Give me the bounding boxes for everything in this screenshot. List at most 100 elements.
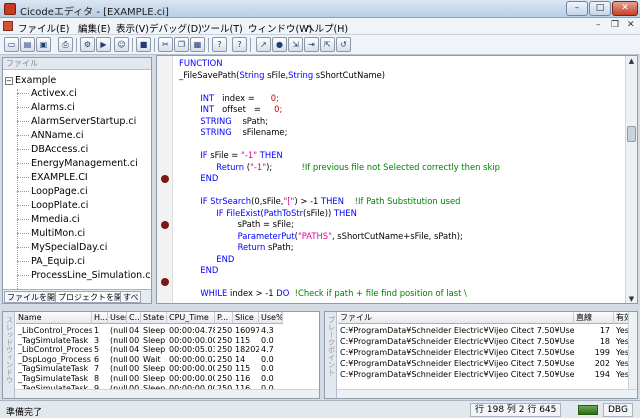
mdi-minimize-button[interactable]: – [596, 20, 601, 30]
menu-window[interactable]: ウィンドウ(W) [248, 21, 312, 35]
menu-edit[interactable]: 編集(E) [78, 21, 110, 35]
thread-column-header[interactable]: C... [127, 312, 141, 324]
code-line[interactable]: Return ("-1"); !If previous file not Sel… [179, 162, 500, 173]
code-editor[interactable]: FUNCTION _FileSavePath(String sFile,Strin… [156, 55, 638, 304]
code-line[interactable]: IF FileExist(PathToStr(sFile)) THEN [179, 208, 357, 219]
tree-item[interactable]: LoopPlate.ci [17, 199, 88, 212]
code-line[interactable]: Return sPath; [179, 242, 294, 253]
thread-column-header[interactable]: H... [92, 312, 108, 324]
code-line[interactable]: _FileSavePath(String sFile,String sShort… [179, 70, 385, 81]
tree-item[interactable]: LoopPage.ci [17, 185, 88, 198]
breakpoint-cell[interactable]: 199 [574, 347, 614, 358]
minimize-button[interactable]: – [566, 1, 588, 16]
mdi-close-button[interactable]: ✕ [627, 20, 635, 30]
breakpoint-column-header[interactable]: ファイル [338, 312, 574, 324]
breakpoint-cell[interactable]: 202 [574, 358, 614, 369]
tree-item[interactable]: Activex.ci [17, 87, 77, 100]
thread-column-header[interactable]: P... [215, 312, 233, 324]
code-line[interactable]: END [179, 173, 218, 184]
thread-column-header[interactable]: CPU_Time [167, 312, 215, 324]
tree-item[interactable]: MultiMon.ci [17, 227, 85, 240]
code-line[interactable]: STRING sFilename; [179, 127, 287, 138]
code-line[interactable]: IF StrSearch(0,sFile,"[") > -1 THEN !If … [179, 196, 460, 207]
collapse-icon[interactable]: − [5, 76, 13, 85]
user-icon[interactable]: ☺ [114, 37, 129, 52]
mdi-restore-button[interactable]: ❐ [611, 20, 619, 30]
step-over-icon[interactable]: ⇥ [304, 37, 319, 52]
thread-column-header[interactable]: Name [16, 312, 92, 324]
menu-help[interactable]: ヘルプ(H) [305, 21, 348, 35]
menu-tools[interactable]: ツール(T) [201, 21, 243, 35]
code-line[interactable]: INT index = 0; [179, 93, 279, 104]
go-icon[interactable]: ↗ [256, 37, 271, 52]
code-line[interactable]: END [179, 254, 234, 265]
code-line[interactable]: IF sFile = "-1" THEN [179, 150, 282, 161]
menu-file[interactable]: ファイル(E) [18, 21, 69, 35]
tree-item[interactable]: EXAMPLE.CI [17, 171, 88, 184]
stop-icon[interactable]: ■ [136, 37, 151, 52]
tree-item[interactable]: PA_Equip.ci [17, 255, 85, 268]
tree-item[interactable]: MySpecialDay.ci [17, 241, 107, 254]
help-icon[interactable]: ? [212, 37, 227, 52]
menu-view[interactable]: 表示(V) [116, 21, 149, 35]
breakpoint-marker[interactable] [161, 278, 169, 286]
step-into-icon[interactable]: ⇲ [288, 37, 303, 52]
compile-icon[interactable]: ⚙ [80, 37, 95, 52]
editor-gutter[interactable] [157, 56, 173, 303]
breakpoint-cell[interactable]: 18 [574, 336, 614, 347]
code-line[interactable]: sPath = sFile; [179, 219, 294, 230]
tree-item[interactable]: Alarms.ci [17, 101, 75, 114]
open-folder-icon[interactable]: ▤ [20, 37, 35, 52]
scroll-up-icon[interactable]: ▲ [626, 56, 637, 67]
breakpoint-cell[interactable]: C:¥ProgramData¥Schneider Electric¥Vijeo … [338, 358, 574, 369]
breakpoint-horizontal-scrollbar[interactable] [337, 389, 637, 398]
tree-item[interactable]: ProcessLine_Simulation.ci [17, 269, 151, 282]
breakpoint-cell[interactable]: C:¥ProgramData¥Schneider Electric¥Vijeo … [338, 325, 574, 336]
editor-vertical-scrollbar[interactable]: ▲ ▼ [625, 56, 637, 303]
step-out-icon[interactable]: ⇱ [320, 37, 335, 52]
maximize-button[interactable]: □ [589, 1, 611, 16]
run-icon[interactable]: ▶ [96, 37, 111, 52]
breakpoint-cell[interactable]: 194 [574, 369, 614, 380]
scroll-thumb[interactable] [627, 126, 636, 142]
toggle-breakpoint-icon[interactable]: ● [272, 37, 287, 52]
help-topic-icon[interactable]: ? [232, 37, 247, 52]
document-icon[interactable] [3, 21, 13, 31]
app-icon[interactable] [4, 3, 16, 15]
code-line[interactable]: INT offset = 0; [179, 104, 282, 115]
code-line[interactable]: STRING sPath; [179, 116, 268, 127]
thread-horizontal-scrollbar[interactable] [15, 389, 319, 398]
paste-icon[interactable]: ▦ [190, 37, 205, 52]
breakpoint-marker[interactable] [161, 174, 169, 183]
breakpoint-cell[interactable]: C:¥ProgramData¥Schneider Electric¥Vijeo … [338, 347, 574, 358]
code-line[interactable]: END [179, 265, 218, 276]
thread-column-header[interactable]: State [141, 312, 167, 324]
breakpoint-cell[interactable]: C:¥ProgramData¥Schneider Electric¥Vijeo … [338, 369, 574, 380]
code-line[interactable]: ParameterPut("PATHS", sShortCutName+sFil… [179, 231, 463, 242]
tree-item[interactable]: ANName.ci [17, 129, 84, 142]
cut-icon[interactable]: ✂ [158, 37, 173, 52]
tab-all[interactable]: すべ [120, 291, 142, 303]
tree-item[interactable]: AlarmServerStartup.ci [17, 115, 136, 128]
close-button[interactable]: ✕ [612, 1, 638, 16]
new-file-icon[interactable]: ▭ [4, 37, 19, 52]
thread-column-header[interactable]: User [108, 312, 127, 324]
thread-column-header[interactable]: Slice [233, 312, 259, 324]
step-return-icon[interactable]: ↺ [336, 37, 351, 52]
tree-root-example[interactable]: − Example [5, 75, 56, 86]
tree-item[interactable]: DBAccess.ci [17, 143, 88, 156]
breakpoint-vertical-scrollbar[interactable] [628, 312, 637, 389]
thread-column-header[interactable]: Use% [259, 312, 283, 324]
print-icon[interactable]: ⎙ [58, 37, 73, 52]
copy-icon[interactable]: ❐ [174, 37, 189, 52]
code-line[interactable]: WHILE index > -1 DO !Check if path + fil… [179, 288, 467, 299]
tree-item[interactable]: Mmedia.ci [17, 213, 80, 226]
breakpoint-cell[interactable]: C:¥ProgramData¥Schneider Electric¥Vijeo … [338, 336, 574, 347]
scroll-down-icon[interactable]: ▼ [626, 294, 637, 303]
menu-debug[interactable]: デバッグ(D) [149, 21, 202, 35]
breakpoint-marker[interactable] [161, 220, 169, 229]
code-line[interactable]: FUNCTION [179, 58, 223, 69]
tree-item[interactable]: EnergyManagement.ci [17, 157, 138, 170]
breakpoint-cell[interactable]: 17 [574, 325, 614, 336]
breakpoint-column-header[interactable]: 直線 [574, 312, 614, 324]
